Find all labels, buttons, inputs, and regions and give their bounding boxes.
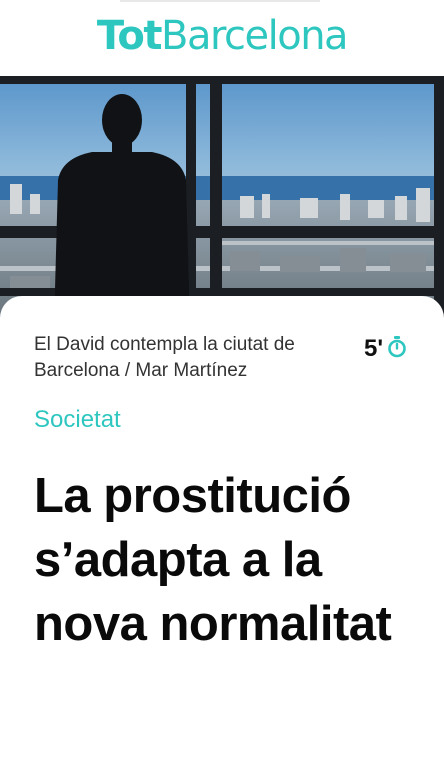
article-headline: La prostitució s’adapta a la nova normal…	[34, 469, 392, 651]
logo-part-city: Barcelona	[161, 13, 349, 59]
read-time: 5'	[364, 334, 407, 363]
image-caption: El David contempla la ciutat de Barcelon…	[34, 334, 295, 381]
article-card: El David contempla la ciutat de Barcelon…	[0, 296, 444, 768]
site-header: TotBarcelona	[0, 0, 444, 76]
status-divider	[120, 0, 320, 2]
hero-illustration	[0, 76, 444, 326]
read-time-value: 5'	[364, 334, 384, 362]
section-link[interactable]: Societat	[34, 406, 121, 434]
hero-image[interactable]	[0, 76, 444, 326]
logo-part-tot: Tot	[96, 13, 163, 59]
stopwatch-icon	[387, 336, 407, 363]
site-logo[interactable]: TotBarcelona	[96, 13, 349, 59]
